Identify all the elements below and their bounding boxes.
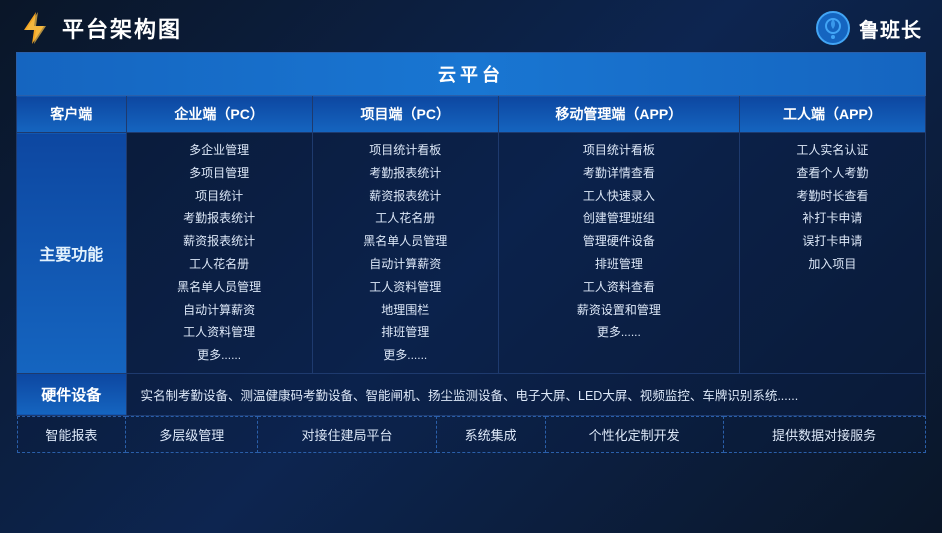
feature-cell-integration: 系统集成 (436, 416, 545, 452)
page-header: 平台架构图 鲁班长 (0, 0, 942, 52)
list-item: 工人快速录入 (507, 185, 731, 208)
list-item: 自动计算薪资 (321, 253, 490, 276)
main-function-label: 主要功能 (17, 133, 127, 374)
list-item: 查看个人考勤 (748, 162, 917, 185)
cloud-platform-header: 云平台 (17, 53, 926, 96)
list-item: 黑名单人员管理 (321, 230, 490, 253)
list-item: 更多...... (321, 344, 490, 367)
list-item: 多企业管理 (135, 139, 304, 162)
header-left: 平台架构图 (16, 10, 182, 46)
list-item: 排班管理 (321, 321, 490, 344)
feature-cell-platform-connect: 对接住建局平台 (258, 416, 436, 452)
col-header-project: 项目端（PC） (312, 96, 498, 133)
feature-cell-multilevel: 多层级管理 (126, 416, 258, 452)
list-item: 考勤报表统计 (135, 207, 304, 230)
page-title: 平台架构图 (62, 12, 182, 44)
col-header-enterprise: 企业端（PC） (126, 96, 312, 133)
col-header-client: 客户端 (17, 96, 127, 133)
list-item: 更多...... (507, 321, 731, 344)
list-item: 薪资报表统计 (135, 230, 304, 253)
list-item: 项目统计看板 (321, 139, 490, 162)
list-item: 薪资设置和管理 (507, 299, 731, 322)
brand-icon (815, 10, 851, 46)
list-item: 黑名单人员管理 (135, 276, 304, 299)
list-item: 多项目管理 (135, 162, 304, 185)
architecture-table: 云平台 客户端 企业端（PC） 项目端（PC） 移动管理端（APP） 工人端（A… (16, 52, 926, 453)
list-item: 工人资料管理 (321, 276, 490, 299)
list-item: 排班管理 (507, 253, 731, 276)
list-item: 更多...... (135, 344, 304, 367)
list-item: 加入项目 (748, 253, 917, 276)
list-item: 考勤报表统计 (321, 162, 490, 185)
project-features-cell: 项目统计看板 考勤报表统计 薪资报表统计 工人花名册 黑名单人员管理 自动计算薪… (312, 133, 498, 374)
list-item: 创建管理班组 (507, 207, 731, 230)
list-item: 管理硬件设备 (507, 230, 731, 253)
list-item: 工人实名认证 (748, 139, 917, 162)
list-item: 工人花名册 (321, 207, 490, 230)
list-item: 工人资料管理 (135, 321, 304, 344)
project-features-list: 项目统计看板 考勤报表统计 薪资报表统计 工人花名册 黑名单人员管理 自动计算薪… (321, 139, 490, 367)
worker-features-list: 工人实名认证 查看个人考勤 考勤时长查看 补打卡申请 误打卡申请 加入项目 (748, 139, 917, 276)
feature-cell-custom-dev: 个性化定制开发 (545, 416, 723, 452)
list-item: 薪资报表统计 (321, 185, 490, 208)
list-item: 工人花名册 (135, 253, 304, 276)
enterprise-features-list: 多企业管理 多项目管理 项目统计 考勤报表统计 薪资报表统计 工人花名册 黑名单… (135, 139, 304, 367)
list-item: 考勤详情查看 (507, 162, 731, 185)
list-item: 考勤时长查看 (748, 185, 917, 208)
brand-logo: 鲁班长 (815, 10, 922, 46)
list-item: 项目统计看板 (507, 139, 731, 162)
bottom-features-table: 智能报表 多层级管理 对接住建局平台 系统集成 个性化定制开发 提供数据对接服务 (17, 416, 926, 453)
hardware-label: 硬件设备 (17, 373, 127, 415)
list-item: 工人资料查看 (507, 276, 731, 299)
hardware-content: 实名制考勤设备、测温健康码考勤设备、智能闸机、扬尘监测设备、电子大屏、LED大屏… (126, 373, 925, 415)
list-item: 误打卡申请 (748, 230, 917, 253)
col-header-worker: 工人端（APP） (739, 96, 925, 133)
col-header-mobile: 移动管理端（APP） (498, 96, 739, 133)
mobile-features-cell: 项目统计看板 考勤详情查看 工人快速录入 创建管理班组 管理硬件设备 排班管理 … (498, 133, 739, 374)
list-item: 地理围栏 (321, 299, 490, 322)
brand-name: 鲁班长 (859, 14, 922, 43)
feature-cell-smart-report: 智能报表 (17, 416, 126, 452)
list-item: 补打卡申请 (748, 207, 917, 230)
worker-features-cell: 工人实名认证 查看个人考勤 考勤时长查看 补打卡申请 误打卡申请 加入项目 (739, 133, 925, 374)
list-item: 项目统计 (135, 185, 304, 208)
list-item: 自动计算薪资 (135, 299, 304, 322)
mobile-features-list: 项目统计看板 考勤详情查看 工人快速录入 创建管理班组 管理硬件设备 排班管理 … (507, 139, 731, 344)
logo-icon (16, 10, 52, 46)
feature-cell-data-service: 提供数据对接服务 (723, 416, 925, 452)
enterprise-features-cell: 多企业管理 多项目管理 项目统计 考勤报表统计 薪资报表统计 工人花名册 黑名单… (126, 133, 312, 374)
